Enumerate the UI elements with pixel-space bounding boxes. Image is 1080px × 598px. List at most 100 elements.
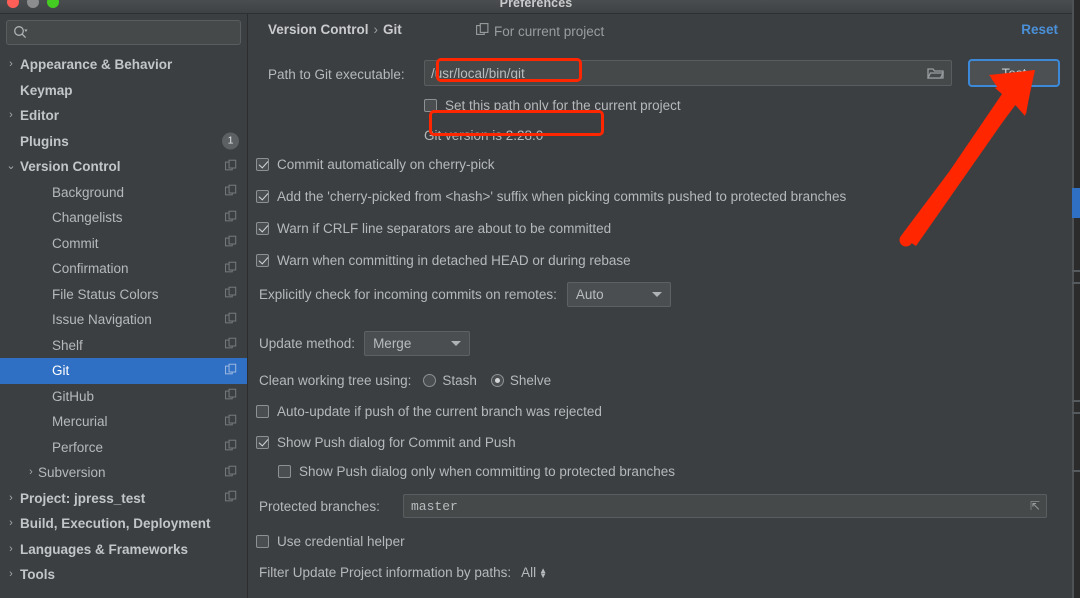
sidebar-item-plugins[interactable]: Plugins1 (0, 129, 247, 155)
add-cherry-suffix-label: Add the 'cherry-picked from <hash>' suff… (277, 189, 846, 204)
sidebar-item-editor[interactable]: ›Editor (0, 103, 247, 129)
title-bar: Preferences (0, 0, 1072, 14)
stash-label: Stash (442, 373, 477, 388)
sidebar-item-project-jpress-test[interactable]: ›Project: jpress_test (0, 486, 247, 512)
credential-helper-checkbox[interactable] (256, 535, 269, 548)
sidebar-item-github[interactable]: GitHub (0, 384, 247, 410)
ide-marker (1072, 282, 1080, 284)
ide-marker (1072, 270, 1080, 272)
breadcrumb-separator-icon: › (374, 22, 379, 37)
clean-tree-option-shelve[interactable]: Shelve (491, 373, 551, 388)
ide-scrollbar-thumb[interactable] (1072, 188, 1080, 218)
sidebar-item-version-control[interactable]: ⌄Version Control (0, 154, 247, 180)
sidebar-item-label: Tools (20, 567, 55, 582)
chevron-right-icon[interactable]: › (4, 518, 18, 529)
chevron-right-icon[interactable]: › (24, 467, 38, 478)
sidebar-item-tools[interactable]: ›Tools (0, 562, 247, 588)
sidebar-item-git[interactable]: Git (0, 358, 247, 384)
ide-marker (1072, 412, 1080, 414)
sidebar-item-changelists[interactable]: Changelists (0, 205, 247, 231)
copy-settings-icon (225, 312, 237, 327)
copy-settings-icon (225, 338, 237, 353)
sidebar-item-subversion[interactable]: ›Subversion (0, 460, 247, 486)
sidebar-item-commit[interactable]: Commit (0, 231, 247, 257)
sidebar-item-label: File Status Colors (52, 287, 159, 302)
sidebar-item-mercurial[interactable]: Mercurial (0, 409, 247, 435)
chevron-down-icon[interactable]: ⌄ (4, 161, 18, 172)
breadcrumb-root[interactable]: Version Control (268, 22, 369, 37)
sidebar-item-build-execution-deployment[interactable]: ›Build, Execution, Deployment (0, 511, 247, 537)
sidebar-item-label: Issue Navigation (52, 312, 152, 327)
show-push-protected-row[interactable]: Show Push dialog only when committing to… (278, 464, 675, 479)
copy-settings-icon (225, 185, 237, 200)
incoming-commits-dropdown[interactable]: Auto (567, 282, 671, 307)
copy-settings-icon (225, 210, 237, 225)
warn-crlf-row[interactable]: Warn if CRLF line separators are about t… (256, 221, 611, 236)
sidebar-item-label: GitHub (52, 389, 94, 404)
sidebar-item-label: Shelf (52, 338, 83, 353)
sidebar-item-label: Version Control (20, 159, 121, 174)
commit-cherry-pick-row[interactable]: Commit automatically on cherry-pick (256, 157, 495, 172)
chevron-right-icon[interactable]: › (4, 110, 18, 121)
browse-folder-icon[interactable] (920, 66, 951, 80)
sidebar-item-confirmation[interactable]: Confirmation (0, 256, 247, 282)
clean-tree-option-stash[interactable]: Stash (423, 373, 477, 388)
sidebar-item-badge: 1 (222, 133, 239, 150)
test-button[interactable]: Test (968, 59, 1060, 87)
show-push-dialog-row[interactable]: Show Push dialog for Commit and Push (256, 435, 516, 450)
sidebar-item-file-status-colors[interactable]: File Status Colors (0, 282, 247, 308)
chevron-right-icon[interactable]: › (4, 544, 18, 555)
add-cherry-suffix-row[interactable]: Add the 'cherry-picked from <hash>' suff… (256, 189, 846, 204)
warn-detached-head-label: Warn when committing in detached HEAD or… (277, 253, 631, 268)
update-method-dropdown[interactable]: Merge (364, 331, 470, 356)
auto-update-row[interactable]: Auto-update if push of the current branc… (256, 404, 602, 419)
credential-helper-label: Use credential helper (277, 534, 405, 549)
settings-tree: ›Appearance & BehaviorKeymap›EditorPlugi… (0, 52, 247, 588)
sidebar-item-label: Languages & Frameworks (20, 542, 188, 557)
stash-radio[interactable] (423, 374, 436, 387)
auto-update-checkbox[interactable] (256, 405, 269, 418)
stepper-arrows-icon: ▲▼ (539, 568, 547, 578)
sidebar-item-label: Build, Execution, Deployment (20, 516, 211, 531)
chevron-right-icon[interactable]: › (4, 59, 18, 70)
add-cherry-suffix-checkbox[interactable] (256, 190, 269, 203)
settings-sidebar: ›Appearance & BehaviorKeymap›EditorPlugi… (0, 14, 248, 598)
sidebar-item-shelf[interactable]: Shelf (0, 333, 247, 359)
shelve-radio[interactable] (491, 374, 504, 387)
set-path-only-checkbox-row[interactable]: Set this path only for the current proje… (424, 98, 681, 113)
commit-cherry-pick-checkbox[interactable] (256, 158, 269, 171)
chevron-right-icon[interactable]: › (4, 493, 18, 504)
search-box[interactable] (6, 20, 241, 45)
search-container (0, 14, 247, 45)
credential-helper-row[interactable]: Use credential helper (256, 534, 405, 549)
filter-paths-stepper[interactable]: All ▲▼ (521, 565, 547, 580)
protected-branches-field[interactable]: ⇱ (403, 494, 1047, 518)
warn-crlf-checkbox[interactable] (256, 222, 269, 235)
search-input[interactable] (28, 26, 234, 40)
path-to-git-label: Path to Git executable: (268, 67, 405, 82)
sidebar-item-issue-navigation[interactable]: Issue Navigation (0, 307, 247, 333)
sidebar-item-label: Project: jpress_test (20, 491, 145, 506)
git-path-input[interactable] (425, 66, 920, 81)
set-path-only-checkbox[interactable] (424, 99, 437, 112)
chevron-right-icon[interactable]: › (4, 569, 18, 580)
sidebar-item-keymap[interactable]: Keymap (0, 78, 247, 104)
background-ide-sliver (1072, 0, 1080, 598)
git-path-field[interactable] (424, 60, 952, 86)
reset-button[interactable]: Reset (1021, 22, 1058, 37)
warn-detached-head-row[interactable]: Warn when committing in detached HEAD or… (256, 253, 631, 268)
show-push-dialog-checkbox[interactable] (256, 436, 269, 449)
warn-detached-head-checkbox[interactable] (256, 254, 269, 267)
filter-paths-value: All (521, 565, 536, 580)
protected-branches-input[interactable] (404, 499, 1030, 514)
sidebar-item-perforce[interactable]: Perforce (0, 435, 247, 461)
sidebar-item-background[interactable]: Background (0, 180, 247, 206)
show-push-protected-checkbox[interactable] (278, 465, 291, 478)
git-version-text: Git version is 2.28.0 (424, 128, 543, 143)
copy-settings-icon (225, 261, 237, 276)
sidebar-item-languages-frameworks[interactable]: ›Languages & Frameworks (0, 537, 247, 563)
settings-main-panel: Version Control›Git For current project … (249, 14, 1072, 598)
copy-settings-icon (225, 414, 237, 429)
expand-field-icon[interactable]: ⇱ (1030, 499, 1046, 513)
sidebar-item-appearance-behavior[interactable]: ›Appearance & Behavior (0, 52, 247, 78)
